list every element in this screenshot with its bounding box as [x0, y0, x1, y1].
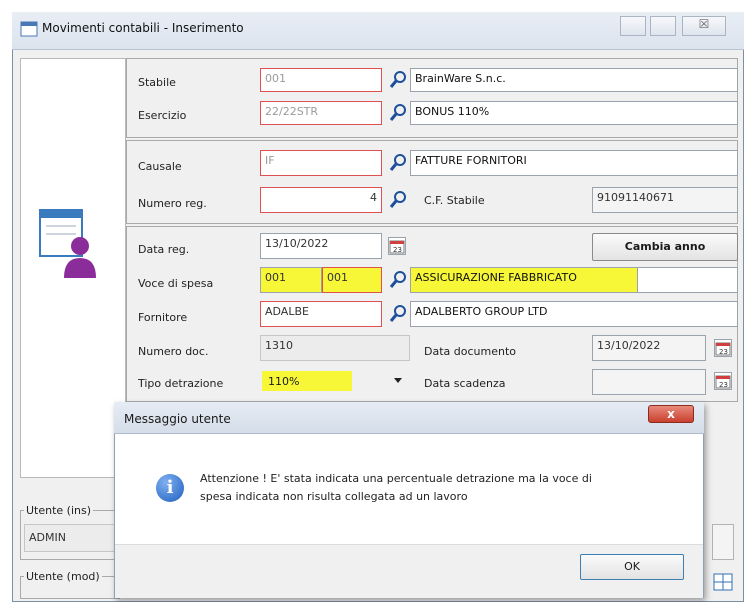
- scroll-stepper[interactable]: [712, 524, 734, 560]
- numero-doc-field[interactable]: 1310: [260, 335, 410, 361]
- dropdown-arrow-icon[interactable]: [394, 378, 402, 383]
- calendar-icon[interactable]: 23: [714, 339, 732, 357]
- dialog-title: Messaggio utente: [124, 412, 231, 426]
- tipo-detrazione-select[interactable]: 110%: [268, 375, 299, 388]
- stabile-name-field: BrainWare S.n.c.: [410, 68, 738, 92]
- data-reg-label: Data reg.: [138, 243, 190, 256]
- dialog-message-line2: spesa indicata non risulta collegata ad …: [200, 490, 468, 503]
- minimize-button[interactable]: [620, 16, 646, 36]
- stabile-code-field[interactable]: 001: [260, 68, 382, 92]
- causale-label: Causale: [138, 160, 182, 173]
- numero-reg-field[interactable]: 4: [260, 187, 382, 213]
- causale-code-field[interactable]: IF: [260, 150, 382, 176]
- maximize-button[interactable]: [650, 16, 676, 36]
- data-scadenza-label: Data scadenza: [424, 377, 506, 390]
- dialog-message-line1: Attenzione ! E' stata indicata una perce…: [200, 472, 592, 485]
- causale-name-field: FATTURE FORNITORI: [410, 150, 738, 176]
- cambia-anno-button[interactable]: Cambia anno: [592, 233, 738, 261]
- data-scadenza-field[interactable]: [592, 369, 706, 395]
- numero-reg-label: Numero reg.: [138, 197, 207, 210]
- data-doc-label: Data documento: [424, 345, 516, 358]
- search-icon[interactable]: [388, 152, 408, 172]
- window-icon: [20, 21, 38, 37]
- numero-doc-label: Numero doc.: [138, 345, 209, 358]
- search-icon[interactable]: [388, 303, 408, 323]
- data-reg-field[interactable]: 13/10/2022: [260, 233, 382, 259]
- voce-code2-field[interactable]: 001: [322, 267, 382, 293]
- fornitore-label: Fornitore: [138, 311, 188, 324]
- svg-text:23: 23: [393, 246, 402, 254]
- cf-stabile-field: 91091140671: [592, 187, 738, 213]
- close-button[interactable]: ☒: [682, 16, 726, 36]
- window-title: Movimenti contabili - Inserimento: [42, 21, 244, 35]
- fornitore-name-field: ADALBERTO GROUP LTD: [410, 301, 738, 327]
- voce-code1-field[interactable]: 001: [260, 267, 322, 293]
- calendar-icon[interactable]: 23: [388, 237, 406, 255]
- esercizio-code-field[interactable]: 22/22STR: [260, 101, 382, 125]
- svg-text:23: 23: [719, 381, 728, 389]
- esercizio-name-field: BONUS 110%: [410, 101, 738, 125]
- search-icon[interactable]: [388, 69, 408, 89]
- tipo-detrazione-label: Tipo detrazione: [138, 377, 224, 390]
- voce-spesa-name-rest: [638, 267, 738, 293]
- utente-mod-label: Utente (mod): [24, 570, 102, 583]
- voce-spesa-name-field: ASSICURAZIONE FABBRICATO: [410, 267, 638, 293]
- fornitore-code-field[interactable]: ADALBE: [260, 301, 382, 327]
- user-calendar-icon: [38, 208, 102, 280]
- data-doc-field[interactable]: 13/10/2022: [592, 335, 706, 361]
- cf-stabile-label: C.F. Stabile: [424, 194, 485, 207]
- calendar-icon[interactable]: 23: [714, 372, 732, 390]
- close-icon[interactable]: x: [648, 405, 694, 423]
- stabile-label: Stabile: [138, 76, 176, 89]
- grid-icon[interactable]: [712, 572, 734, 592]
- search-icon[interactable]: [388, 189, 408, 209]
- utente-ins-label: Utente (ins): [24, 504, 94, 517]
- voce-spesa-label: Voce di spesa: [138, 277, 214, 290]
- search-icon[interactable]: [388, 102, 408, 122]
- search-icon[interactable]: [388, 269, 408, 289]
- info-icon: i: [156, 474, 184, 502]
- ok-button[interactable]: OK: [580, 554, 684, 580]
- svg-text:23: 23: [719, 348, 728, 356]
- utente-ins-field: ADMIN: [24, 524, 116, 552]
- esercizio-label: Esercizio: [138, 109, 187, 122]
